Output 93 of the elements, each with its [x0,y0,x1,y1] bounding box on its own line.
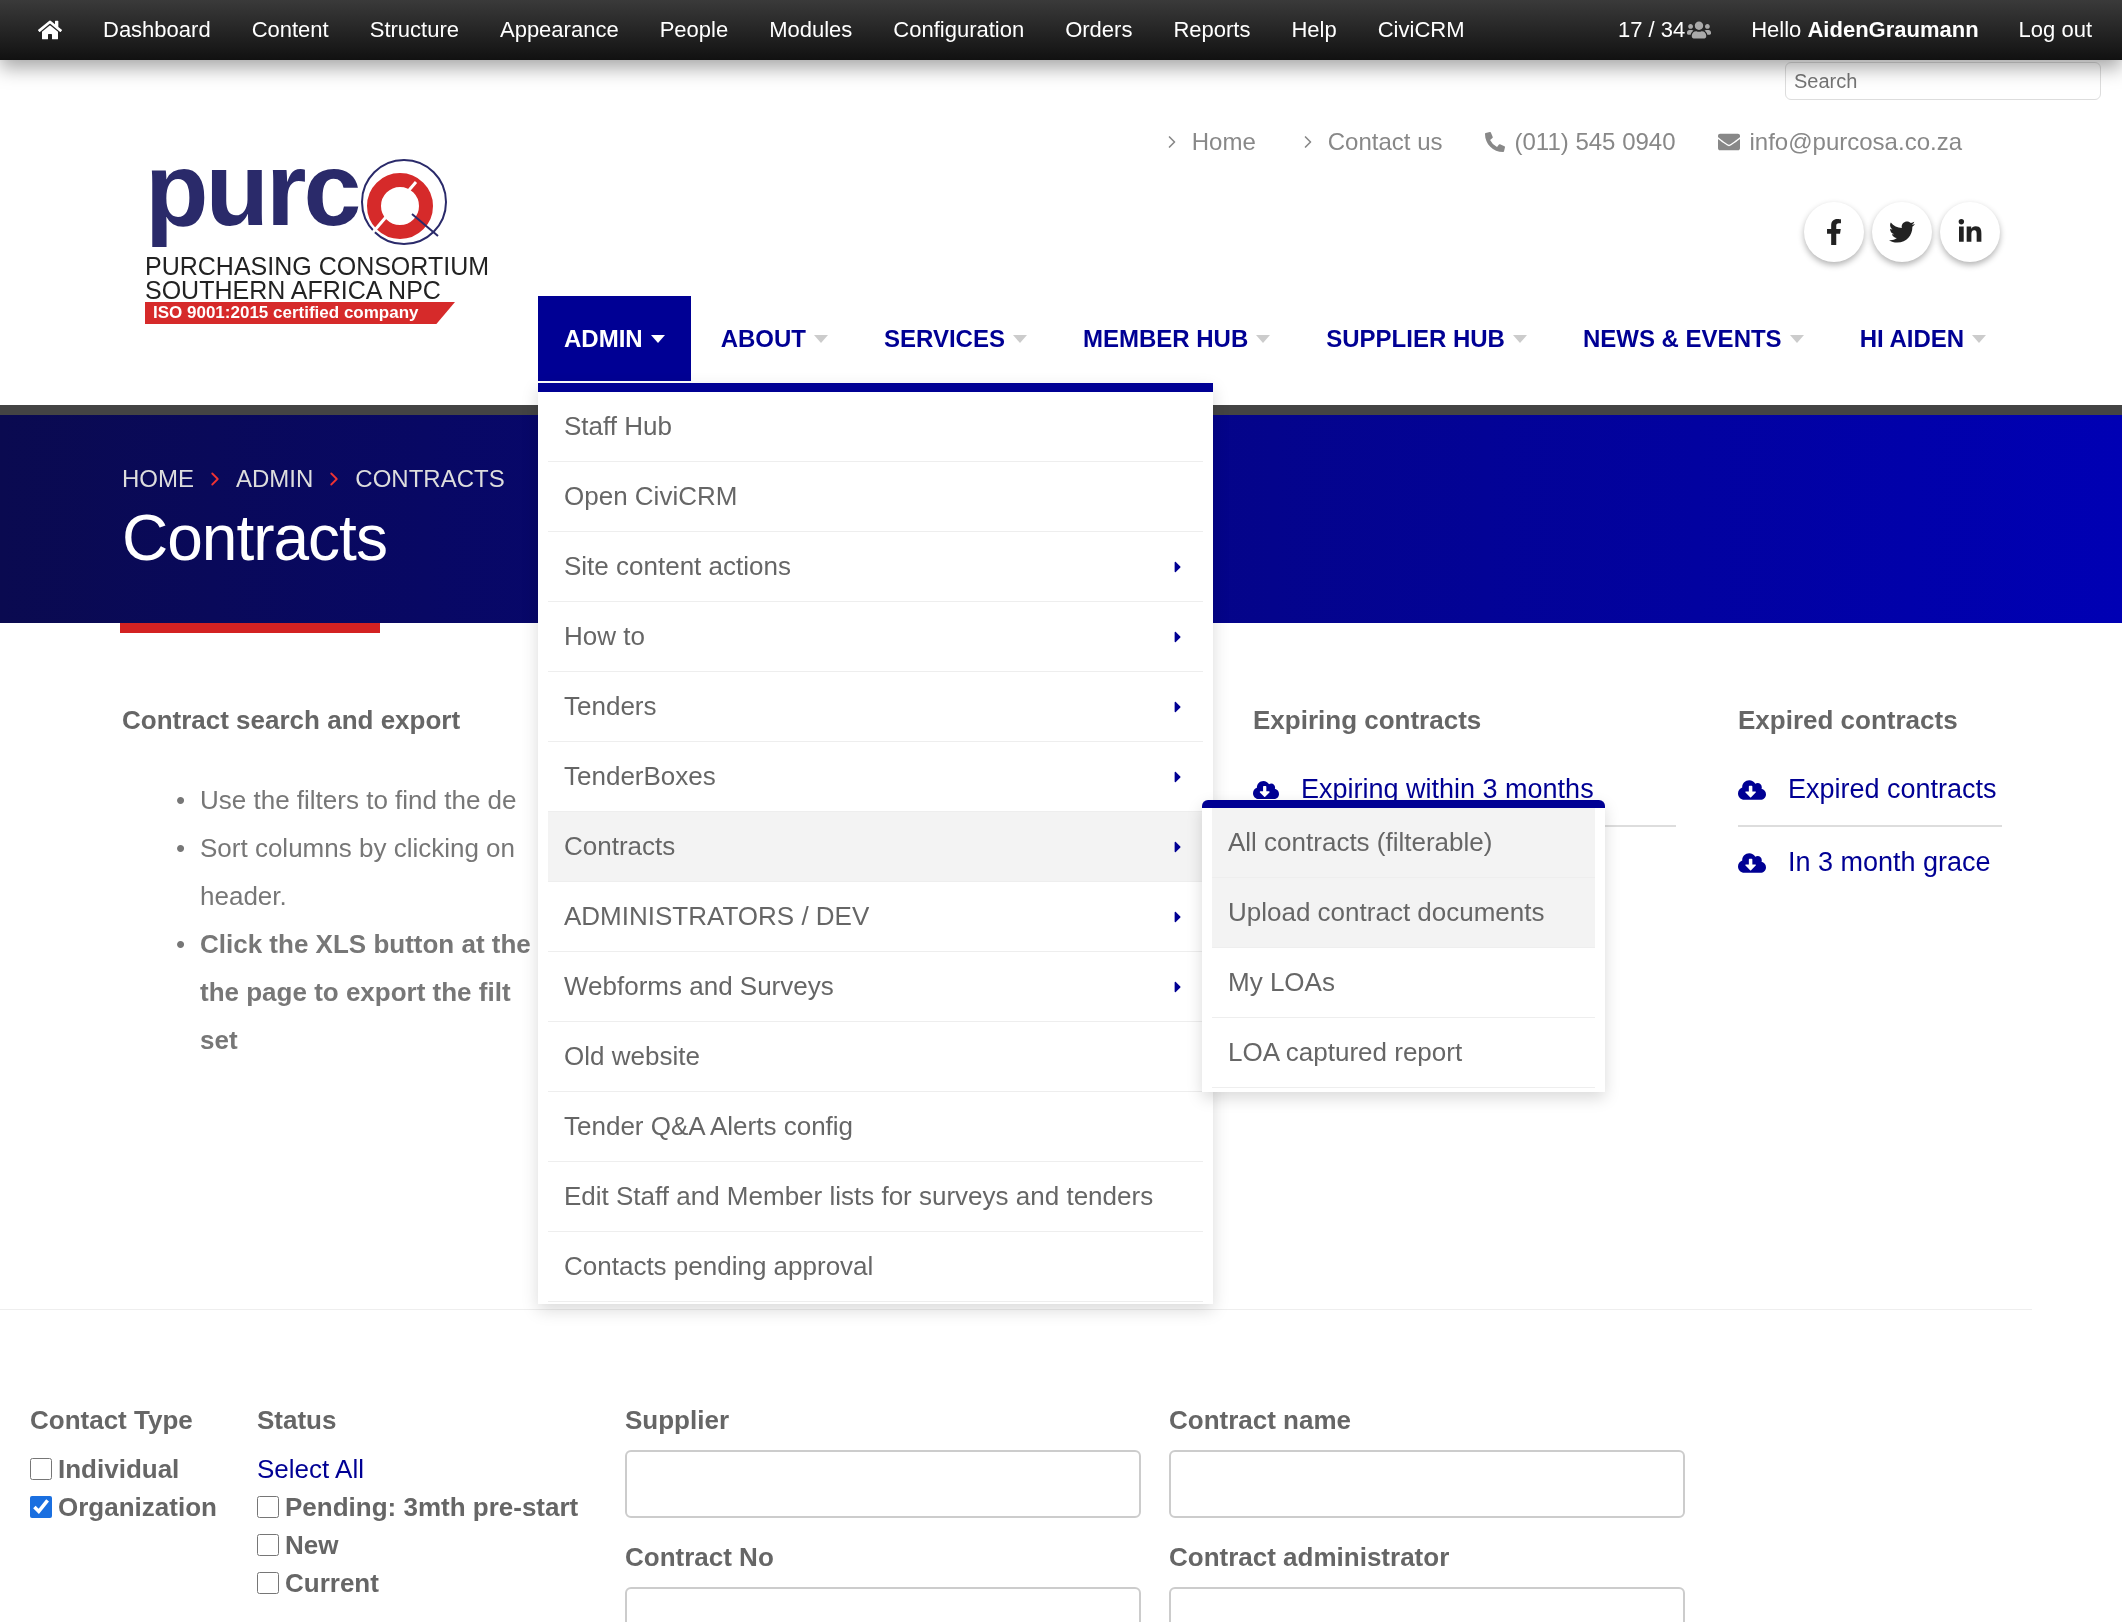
admin-menu-item[interactable]: Appearance [499,17,619,43]
admin-menu-item[interactable]: Dashboard [103,17,211,43]
nav-tab[interactable]: SUPPLIER HUB [1296,296,1553,381]
submenu-item[interactable]: Upload contract documents [1212,878,1595,948]
user-greeting[interactable]: Hello AidenGraumann [1751,17,1979,43]
linkedin-icon [1957,219,1983,245]
field-label: Contract name [1169,1405,1353,1436]
checkbox-label: Pending: 3mth pre-start [285,1491,579,1523]
admin-menu-item[interactable]: Reports [1173,17,1251,43]
checkbox-label: Organization [58,1491,217,1523]
menu-item[interactable]: Tenders [548,672,1203,742]
select-all-link[interactable]: Select All [257,1450,625,1488]
home-icon[interactable] [38,18,62,42]
field-label: Supplier [625,1405,730,1436]
caret-icon [1972,334,1987,343]
checkbox[interactable] [30,1458,52,1480]
filter-label: Contact Type [30,1405,194,1436]
menu-item[interactable]: How to [548,602,1203,672]
checkbox-label: New [285,1529,339,1561]
checkbox[interactable] [257,1496,279,1518]
phone-icon [1484,132,1505,152]
nav-tab[interactable]: MEMBER HUB [1052,296,1297,381]
breadcrumb-link[interactable]: HOME [122,465,194,493]
certification-badge: ISO 9001:2015 certified company [145,302,455,324]
breadcrumb-link[interactable]: CONTRACTS [355,465,505,493]
submenu-item[interactable]: All contracts (filterable) [1212,808,1595,878]
logo-ring-icon [360,158,449,246]
bullet-text: Use the filters to find the de [200,784,517,817]
caret-icon [1512,334,1527,343]
checkbox[interactable] [257,1534,279,1556]
social-button[interactable] [1872,202,1932,262]
top-link[interactable]: Contact us [1297,128,1443,156]
submenu-item[interactable]: My LOAs [1212,948,1595,1018]
menu-item[interactable]: Site content actions [548,532,1203,602]
checkbox[interactable] [257,1572,279,1594]
admin-menu-item[interactable]: People [659,17,729,43]
page-title: Contracts [122,501,387,575]
checkbox-label: Individual [58,1453,180,1485]
caret-icon [650,334,665,343]
admin-menu-item[interactable]: CiviCRM [1377,17,1465,43]
section-heading: Expired contracts [1738,705,1958,736]
submenu-item[interactable]: LOA captured report [1212,1018,1595,1088]
twitter-icon [1889,219,1915,245]
nav-tab[interactable]: ADMIN [538,296,691,381]
envelope-icon [1717,131,1740,153]
bullet-marker: • [176,832,186,865]
phone-link[interactable]: (011) 545 0940 [1484,128,1676,156]
caret-icon [1789,334,1804,343]
field-label: Contract No [625,1542,775,1573]
admin-menu-item[interactable]: Help [1291,17,1337,43]
caret-icon [1012,334,1027,343]
bullet-marker: • [176,784,186,817]
checkbox-label: Current [285,1567,379,1599]
menu-item[interactable]: Open CiviCRM [548,462,1203,532]
nav-tab[interactable]: HI AIDEN [1829,296,2013,381]
caret-icon [814,334,828,343]
menu-item[interactable]: Staff Hub [548,392,1203,462]
checkbox[interactable] [30,1496,52,1518]
download-link[interactable]: In 3 month grace [1738,827,2002,898]
section-heading: Contract search and export [122,705,461,736]
caret-icon [1256,334,1271,343]
bullet-text: Sort columns by clicking on header. [200,832,516,913]
menu-item[interactable]: Edit Staff and Member lists for surveys and tenders [548,1162,1203,1232]
menu-item[interactable]: Contacts pending approval [548,1232,1203,1302]
admin-menu-item[interactable]: Configuration [893,17,1025,43]
nav-tab[interactable]: SERVICES [854,296,1053,381]
logout-link[interactable]: Log out [2018,17,2092,43]
menu-item[interactable]: Contracts [548,812,1203,882]
search-field[interactable]: Search [1785,62,2101,100]
nav-tab[interactable]: NEWS & EVENTS [1552,296,1830,381]
social-button[interactable] [1940,202,2000,262]
menu-item[interactable]: Tender Q&A Alerts config [548,1092,1203,1162]
user-counter: 17 / 34 [1617,17,1686,43]
admin-menu-item[interactable]: Content [251,17,329,43]
admin-menu-item[interactable]: Orders [1065,17,1133,43]
text-field[interactable] [625,1450,1141,1518]
logo-tagline: SOUTHERN AFRICA NPC [145,278,442,302]
admin-menu-item[interactable]: Structure [369,17,459,43]
field-label: Contract administrator [1169,1542,1451,1573]
filter-label: Status [257,1405,338,1436]
admin-menu-item[interactable]: Modules [769,17,853,43]
email-link[interactable]: info@purcosa.co.za [1717,128,1962,156]
bullet-text: Click the XLS button at the the page to export the filt set [200,928,531,1057]
section-heading: Expiring contracts [1253,705,1482,736]
nav-tab[interactable]: ABOUT [690,296,854,381]
top-link[interactable]: Home [1161,128,1256,156]
logo-tagline: PURCHASING CONSORTIUM [145,254,490,278]
logo-wordmark: purc [145,130,359,250]
download-link[interactable]: Expired contracts [1738,754,2002,827]
text-field[interactable] [1169,1450,1685,1518]
bullet-marker: • [176,928,186,961]
breadcrumb-link[interactable]: ADMIN [236,465,314,493]
social-button[interactable] [1804,202,1864,262]
